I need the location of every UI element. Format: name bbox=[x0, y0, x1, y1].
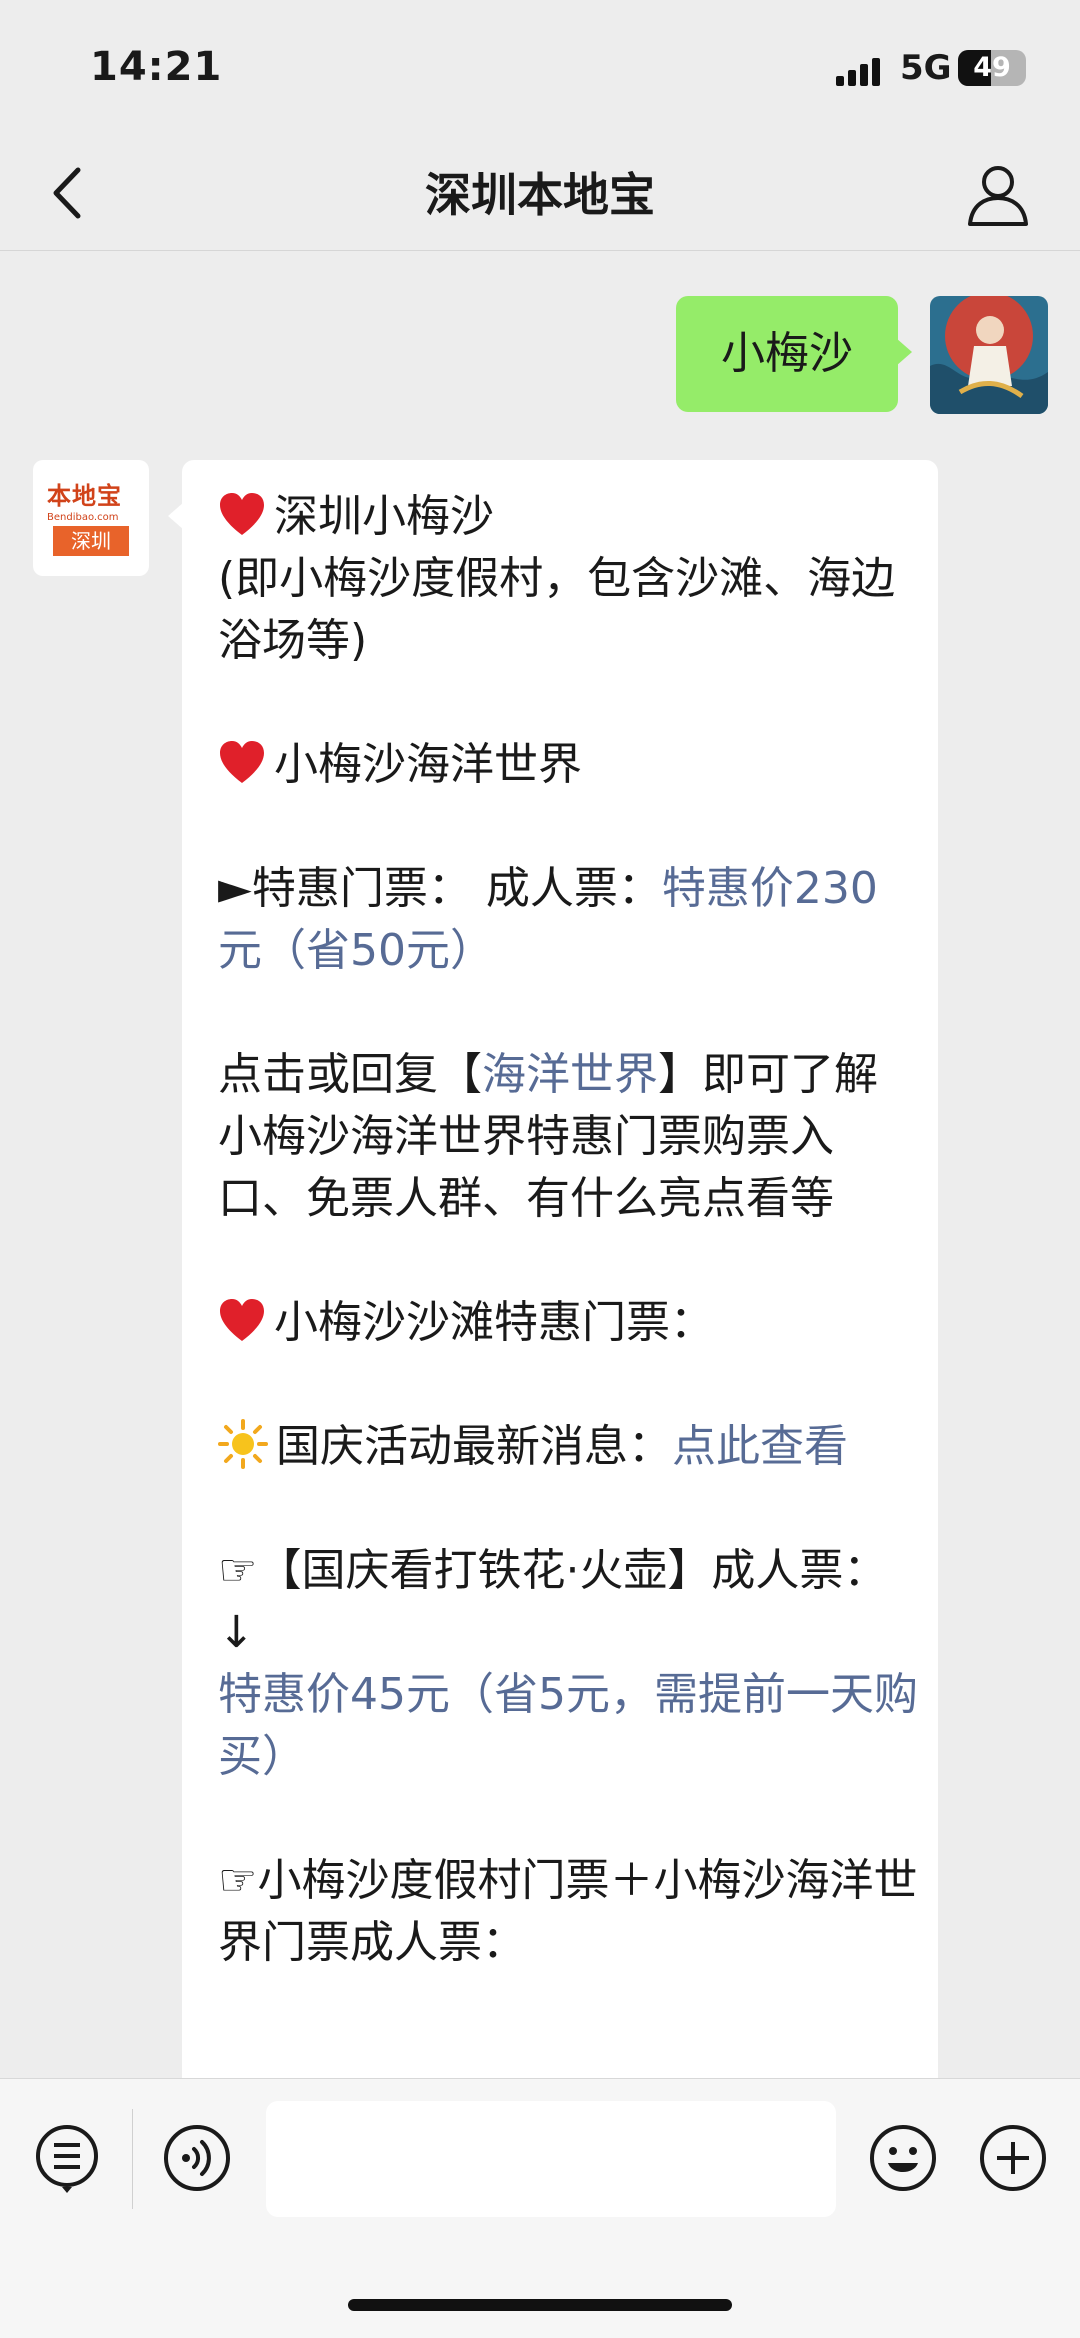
news-link[interactable]: 点此查看 bbox=[672, 1421, 848, 1472]
input-toolbar bbox=[0, 2078, 1080, 2338]
bot-message-bubble[interactable]: 深圳小梅沙 (即小梅沙度假村，包含沙滩、海边浴场等) 小梅沙海洋世界 ►特惠门票… bbox=[168, 460, 938, 2100]
section-ocean-world: 小梅沙海洋世界 bbox=[218, 734, 918, 796]
reply-hint: 点击或回复【海洋世界】即可了解小梅沙海洋世界特惠门票购票入口、免票人群、有什么亮… bbox=[218, 1044, 918, 1230]
news-line: 国庆活动最新消息：点此查看 bbox=[218, 1416, 918, 1478]
battery-icon: 49 bbox=[958, 50, 1026, 86]
status-time: 14:21 bbox=[90, 44, 223, 90]
section-title: 小梅沙海洋世界 bbox=[274, 739, 582, 790]
logo-url: Bendibao.com bbox=[47, 512, 119, 523]
toolbar-divider bbox=[132, 2109, 133, 2209]
bot-message-text: 深圳小梅沙 (即小梅沙度假村，包含沙滩、海边浴场等) 小梅沙海洋世界 ►特惠门票… bbox=[218, 486, 918, 2036]
news-label: 国庆活动最新消息： bbox=[276, 1421, 672, 1472]
person-icon[interactable] bbox=[962, 158, 1034, 230]
user-message-bubble[interactable]: 小梅沙 bbox=[676, 296, 912, 412]
logo-city: 深圳 bbox=[53, 526, 129, 556]
section-title: 小梅沙沙滩特惠门票： bbox=[274, 1297, 714, 1348]
reply-keyword-link[interactable]: 海洋世界 bbox=[482, 1049, 658, 1100]
plus-icon[interactable] bbox=[978, 2123, 1048, 2193]
ticket-label: ►特惠门票： 成人票： bbox=[218, 863, 662, 914]
ticket-label: ☞【国庆看打铁花·火壶】成人票：↓ bbox=[218, 1545, 888, 1658]
chat-header: 深圳本地宝 bbox=[0, 140, 1080, 251]
heart-icon bbox=[220, 493, 264, 535]
ticket-label: ☞小梅沙度假村门票＋小梅沙海洋世界门票成人票： bbox=[218, 1855, 918, 1968]
section-title: 深圳小梅沙 bbox=[274, 491, 494, 542]
emoji-icon[interactable] bbox=[868, 2123, 938, 2193]
home-indicator[interactable] bbox=[348, 2299, 732, 2311]
ticket-combo: ☞小梅沙度假村门票＋小梅沙海洋世界门票成人票： bbox=[218, 1850, 918, 1974]
heart-icon bbox=[220, 1299, 264, 1341]
battery-level: 49 bbox=[973, 52, 1011, 83]
menu-list-icon[interactable] bbox=[32, 2123, 102, 2193]
ticket-price-link[interactable]: 特惠价45元（省5元，需提前一天购买） bbox=[218, 1669, 918, 1782]
voice-icon[interactable] bbox=[162, 2123, 232, 2193]
message-input[interactable] bbox=[266, 2101, 836, 2217]
section-beach: 小梅沙沙滩特惠门票： bbox=[218, 1292, 918, 1354]
status-bar: 14:21 5G 49 bbox=[0, 0, 1080, 140]
user-avatar[interactable] bbox=[930, 296, 1048, 414]
section-body: (即小梅沙度假村，包含沙滩、海边浴场等) bbox=[218, 553, 896, 666]
reply-prefix: 点击或回复【 bbox=[218, 1049, 482, 1100]
network-type: 5G bbox=[900, 48, 952, 88]
logo-text: 本地宝 bbox=[47, 482, 122, 510]
section-xiaomeisha: 深圳小梅沙 (即小梅沙度假村，包含沙滩、海边浴场等) bbox=[218, 486, 918, 672]
sun-icon bbox=[218, 1419, 268, 1469]
signal-icon bbox=[836, 56, 886, 86]
ticket-ocean-world: ►特惠门票： 成人票：特惠价230元（省50元） bbox=[218, 858, 918, 982]
heart-icon bbox=[220, 741, 264, 783]
bot-avatar[interactable]: 本地宝 Bendibao.com 深圳 bbox=[33, 460, 149, 576]
ticket-fire-show: ☞【国庆看打铁花·火壶】成人票：↓ 特惠价45元（省5元，需提前一天购买） bbox=[218, 1540, 918, 1788]
chat-title: 深圳本地宝 bbox=[425, 168, 655, 222]
user-avatar-image bbox=[930, 296, 1048, 414]
